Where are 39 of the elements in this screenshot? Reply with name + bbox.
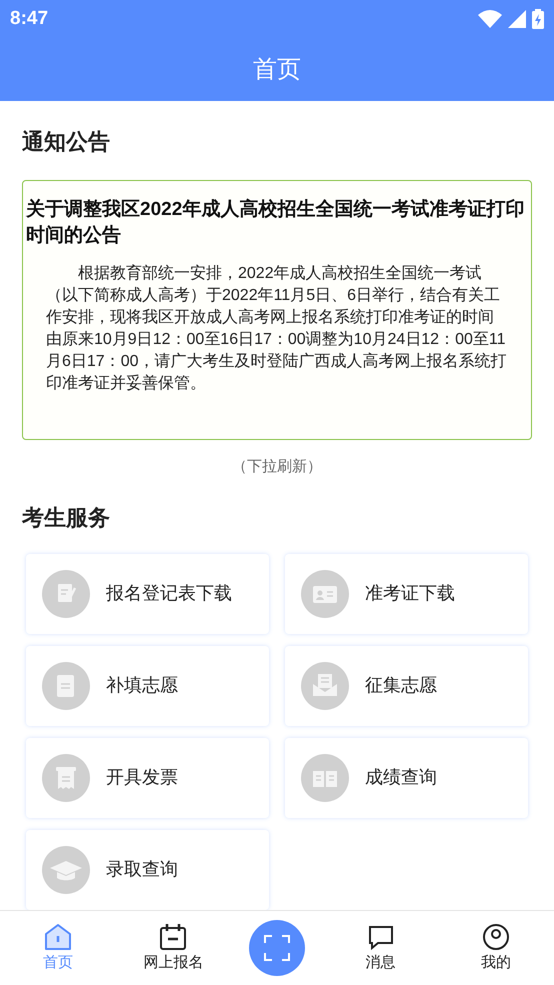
home-icon [42,922,73,952]
form-icon [42,570,90,618]
service-card[interactable]: 成绩查询 [285,738,528,818]
service-label: 征集志愿 [365,674,437,697]
user-icon [481,922,512,952]
service-card[interactable]: 录取查询 [26,830,269,910]
notice-title: 关于调整我区2022年成人高校招生全国统一考试准考证打印时间的公告 [26,198,526,248]
service-card[interactable]: 准考证下载 [285,554,528,634]
service-card[interactable]: 补填志愿 [26,646,269,726]
nav-tab[interactable]: 网上报名 [133,922,214,974]
signal-icon [508,10,526,28]
service-card[interactable]: 征集志愿 [285,646,528,726]
page-title: 首页 [253,54,301,84]
nav-tab[interactable]: 消息 [340,922,421,974]
service-card[interactable]: 开具发票 [26,738,269,818]
document-icon [42,662,90,710]
calendar-icon [158,922,188,952]
section-title: 通知公告 [22,128,111,156]
service-label: 开具发票 [106,766,178,789]
notice-card[interactable] [22,180,532,440]
graduation-cap-icon [42,846,90,894]
envelope-icon [301,662,349,710]
service-label: 补填志愿 [106,674,178,697]
service-label: 准考证下载 [365,582,455,605]
book-icon [301,754,349,802]
status-time: 8:47 [10,6,48,31]
scan-icon [262,934,291,962]
refresh-hint: （下拉刷新） [231,457,323,477]
notice-body: 根据教育部统一安排，2022年成人高校招生全国统一考试（以下简称成人高考）于2022年11月5日、6日举行，结合有关工作安排，现将我区开放成人高考网上报名系统打印准考证的时间由原来10月9日12：00至16日17：00调整为10月24日12：00至11月6日17：00，请广大考生及时登陆广西成人高考网上报名系统打印准考证并妥善保管。 [45,263,508,394]
id-card-icon [301,570,349,618]
section-title: 考生服务 [22,504,111,532]
service-label: 成绩查询 [365,766,437,789]
battery-icon [532,9,544,29]
service-label: 录取查询 [106,858,178,881]
service-card[interactable]: 报名登记表下载 [26,554,269,634]
wifi-icon [478,10,502,28]
nav-tab[interactable]: 我的 [456,922,536,974]
service-label: 报名登记表下载 [106,582,232,605]
receipt-icon [42,754,90,802]
